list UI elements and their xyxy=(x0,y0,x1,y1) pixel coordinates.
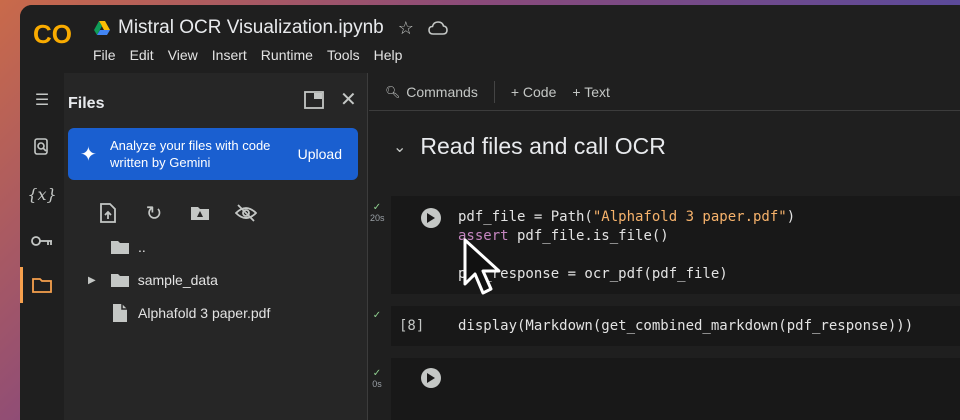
menu-edit[interactable]: Edit xyxy=(130,47,154,63)
folder-icon xyxy=(110,274,129,287)
notebook-area: 🔍︎ Commands + Code + Text ⌄ Read files a… xyxy=(369,73,960,420)
file-row-parent[interactable]: .. xyxy=(64,233,354,261)
hide-files-icon[interactable] xyxy=(234,201,258,225)
gemini-sparkle-icon: ✦ xyxy=(80,144,97,166)
cloud-icon[interactable] xyxy=(428,21,448,35)
play-icon xyxy=(427,373,435,383)
code-editor[interactable]: display(Markdown(get_combined_markdown(p… xyxy=(458,317,913,336)
file-name: sample_data xyxy=(137,272,218,288)
checkmark-icon: ✓ xyxy=(372,368,382,379)
active-rail-indicator xyxy=(20,267,23,303)
cell-status: ✓ 0s xyxy=(370,368,384,390)
table-of-contents-icon[interactable]: ☰ xyxy=(29,87,55,113)
exec-time: 20s xyxy=(370,213,385,223)
menu-file[interactable]: File xyxy=(93,47,116,63)
commands-button[interactable]: 🔍︎ Commands xyxy=(385,84,478,100)
code-line: display(Markdown(get_combined_markdown(p… xyxy=(458,318,914,334)
expand-arrow-icon[interactable]: ▶ xyxy=(88,275,96,286)
file-name: .. xyxy=(138,239,146,255)
close-panel-icon[interactable]: ✕ xyxy=(340,87,357,112)
find-icon[interactable] xyxy=(29,134,55,160)
play-icon xyxy=(427,213,435,223)
google-drive-icon xyxy=(94,21,110,35)
menu-view[interactable]: View xyxy=(168,47,198,63)
secrets-key-icon[interactable] xyxy=(29,228,55,254)
files-folder-icon[interactable] xyxy=(29,272,55,298)
colab-window: CO Mistral OCR Visualization.ipynb ☆ Fil… xyxy=(20,5,960,420)
section-title: Read files and call OCR xyxy=(420,133,666,159)
mouse-cursor-icon xyxy=(463,238,501,295)
code-cell[interactable]: ✓ [8] display(Markdown(get_combined_mark… xyxy=(373,306,960,346)
chevron-down-icon[interactable]: ⌄ xyxy=(393,137,406,157)
star-icon[interactable]: ☆ xyxy=(398,18,414,39)
files-panel: Files ✕ ✦ Analyze your files with code w… xyxy=(64,73,368,420)
run-cell-button[interactable] xyxy=(421,208,441,228)
gemini-banner[interactable]: ✦ Analyze your files with code written b… xyxy=(68,128,358,180)
section-header[interactable]: ⌄ Read files and call OCR xyxy=(393,133,666,160)
run-cell-button[interactable] xyxy=(421,368,441,388)
upload-file-icon[interactable] xyxy=(96,201,120,225)
add-text-button[interactable]: + Text xyxy=(572,84,610,100)
code-editor[interactable]: pdf_file = Path("Alphafold 3 paper.pdf")… xyxy=(458,208,795,284)
menu-help[interactable]: Help xyxy=(374,47,403,63)
upload-button[interactable]: Upload xyxy=(298,146,342,162)
menu-bar: File Edit View Insert Runtime Tools Help xyxy=(93,47,402,63)
colab-logo[interactable]: CO xyxy=(33,19,77,49)
file-row-sample-data[interactable]: ▶ sample_data xyxy=(64,266,354,294)
menu-runtime[interactable]: Runtime xyxy=(261,47,313,63)
gemini-banner-text: Analyze your files with code written by … xyxy=(110,138,271,170)
top-bar: CO Mistral OCR Visualization.ipynb ☆ Fil… xyxy=(20,5,960,73)
code-line: pdf_file = Path("Alphafold 3 paper.pdf") xyxy=(458,209,796,225)
search-icon: 🔍︎ xyxy=(385,84,401,99)
file-row-pdf[interactable]: Alphafold 3 paper.pdf xyxy=(64,299,354,327)
refresh-icon[interactable]: ↻ xyxy=(142,201,166,225)
variables-icon[interactable]: {x} xyxy=(27,181,56,207)
exec-time: 0s xyxy=(372,379,382,389)
cell-status: ✓ xyxy=(370,310,384,321)
left-rail: ☰ {x} xyxy=(20,73,64,420)
file-icon xyxy=(113,304,127,322)
notebook-title[interactable]: Mistral OCR Visualization.ipynb xyxy=(118,17,384,39)
mount-drive-icon[interactable] xyxy=(188,201,212,225)
cell-status: ✓ 20s xyxy=(370,202,385,224)
code-cell[interactable]: ✓ 0s xyxy=(372,358,960,420)
menu-insert[interactable]: Insert xyxy=(212,47,247,63)
execution-count: [8] xyxy=(399,318,425,334)
menu-tools[interactable]: Tools xyxy=(327,47,360,63)
checkmark-icon: ✓ xyxy=(372,310,382,321)
add-code-button[interactable]: + Code xyxy=(511,84,557,100)
files-panel-title: Files xyxy=(68,95,105,112)
notebook-toolbar: 🔍︎ Commands + Code + Text xyxy=(369,73,960,111)
open-in-tab-icon[interactable] xyxy=(304,91,324,115)
checkmark-icon: ✓ xyxy=(372,202,382,213)
file-name: Alphafold 3 paper.pdf xyxy=(138,305,271,321)
svg-text:CO: CO xyxy=(33,19,72,49)
toolbar-divider xyxy=(493,80,495,103)
folder-icon xyxy=(111,241,129,254)
